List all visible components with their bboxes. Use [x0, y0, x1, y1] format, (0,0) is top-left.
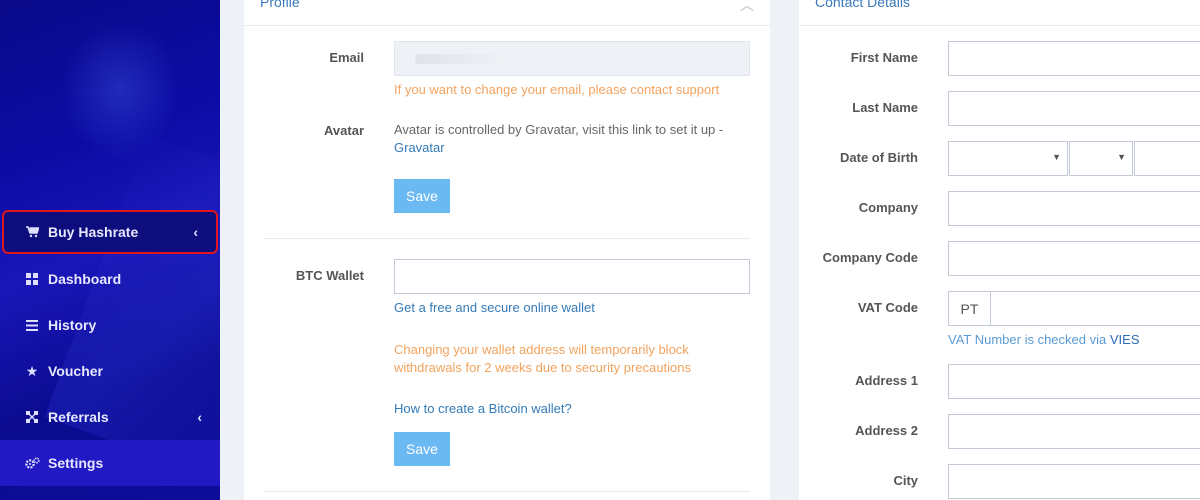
star-icon: ★ — [25, 362, 39, 379]
gravatar-link[interactable]: Gravatar — [394, 139, 445, 157]
card-title: Contact Details — [815, 0, 910, 10]
dob-label: Date of Birth — [840, 150, 918, 165]
sidebar-item-referrals[interactable]: Referrals ‹ — [0, 394, 220, 440]
sidebar-item-history[interactable]: History — [0, 302, 220, 348]
avatar-text: Avatar is controlled by Gravatar, visit … — [394, 122, 724, 137]
first-name-input[interactable] — [948, 41, 1200, 76]
grid-icon — [24, 273, 40, 285]
vat-country-prefix: PT — [948, 291, 991, 326]
address2-input[interactable] — [948, 414, 1200, 449]
email-field — [394, 41, 750, 76]
dob-month-select[interactable]: ▼ — [1069, 141, 1133, 176]
city-label: City — [893, 473, 918, 488]
chevron-up-icon[interactable]: ︿ — [740, 0, 754, 15]
vies-link[interactable]: VIES — [1110, 332, 1140, 347]
sidebar-item-label: Buy Hashrate — [48, 224, 139, 240]
first-name-label: First Name — [850, 50, 918, 65]
sidebar-nav: Buy Hashrate ‹ Dashboard History ★ Vouch… — [0, 210, 220, 486]
last-name-input[interactable] — [948, 91, 1200, 126]
company-input[interactable] — [948, 191, 1200, 226]
contact-card: Contact Details First Name Last Name Dat… — [799, 0, 1200, 500]
company-code-input[interactable] — [948, 241, 1200, 276]
company-code-label: Company Code — [822, 250, 918, 265]
sidebar-item-label: Dashboard — [48, 271, 122, 287]
card-title: Profile — [260, 0, 300, 10]
gears-icon — [24, 456, 40, 470]
caret-down-icon: ▼ — [1052, 152, 1061, 162]
vat-code-label: VAT Code — [857, 300, 918, 315]
sidebar-item-label: Settings — [48, 455, 104, 471]
card-header: Profile ︿ — [244, 0, 770, 26]
list-icon — [24, 319, 40, 331]
company-label: Company — [858, 200, 918, 215]
free-wallet-link[interactable]: Get a free and secure online wallet — [394, 299, 595, 317]
network-icon — [24, 411, 40, 423]
dob-day-select[interactable] — [1134, 141, 1200, 176]
email-help-text: If you want to change your email, please… — [394, 82, 720, 97]
sidebar-item-settings[interactable]: Settings — [0, 440, 220, 486]
sidebar-item-voucher[interactable]: ★ Voucher — [0, 348, 220, 394]
last-name-label: Last Name — [852, 100, 918, 115]
chevron-left-icon: ‹ — [197, 409, 202, 425]
vat-help-text: VAT Number is checked via VIES — [948, 331, 1139, 349]
address2-label: Address 2 — [855, 423, 918, 438]
address1-input[interactable] — [948, 364, 1200, 399]
wallet-warning-line2: withdrawals for 2 weeks due to security … — [394, 360, 691, 375]
divider — [264, 491, 750, 492]
email-value-redacted — [415, 54, 505, 64]
btc-wallet-input[interactable] — [394, 259, 750, 294]
city-input[interactable] — [948, 464, 1200, 499]
sidebar-item-buy-hashrate[interactable]: Buy Hashrate ‹ — [2, 210, 218, 254]
save-profile-button[interactable]: Save — [394, 179, 450, 213]
sidebar-item-dashboard[interactable]: Dashboard — [0, 256, 220, 302]
sidebar-item-label: History — [48, 317, 97, 333]
chevron-left-icon: ‹ — [193, 224, 198, 240]
vat-code-input[interactable] — [990, 291, 1200, 326]
card-header: Contact Details — [799, 0, 1200, 26]
dob-year-select[interactable]: ▼ — [948, 141, 1068, 176]
btc-wallet-label: BTC Wallet — [295, 268, 364, 283]
sidebar: Buy Hashrate ‹ Dashboard History ★ Vouch… — [0, 0, 220, 500]
profile-card: Profile ︿ Email If you want to change yo… — [244, 0, 770, 500]
wallet-warning-line1: Changing your wallet address will tempor… — [394, 342, 689, 357]
vat-help-label: VAT Number is checked via — [948, 332, 1107, 347]
divider — [264, 238, 750, 239]
avatar-label: Avatar — [324, 123, 364, 138]
caret-down-icon: ▼ — [1117, 152, 1126, 162]
bitcoin-wallet-howto-link[interactable]: How to create a Bitcoin wallet? — [394, 400, 572, 418]
address1-label: Address 1 — [855, 373, 918, 388]
email-label: Email — [329, 50, 364, 65]
cart-icon — [24, 226, 40, 238]
save-wallet-button[interactable]: Save — [394, 432, 450, 466]
sidebar-item-label: Voucher — [48, 363, 103, 379]
sidebar-item-label: Referrals — [48, 409, 109, 425]
